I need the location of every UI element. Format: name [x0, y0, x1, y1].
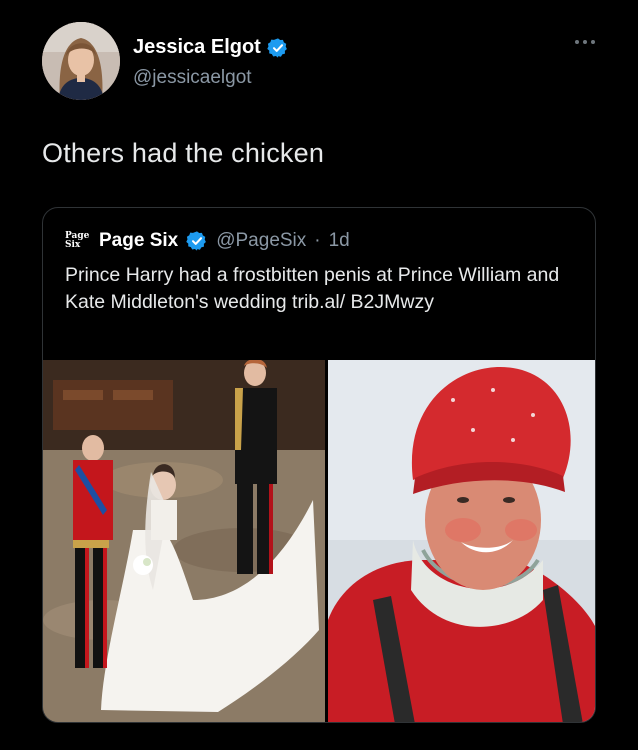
quoted-author-name[interactable]: Page Six — [99, 230, 178, 252]
more-options-icon[interactable] — [570, 32, 600, 52]
tweet-text: Others had the chicken — [42, 138, 325, 168]
quoted-author-avatar-logo: Page Six — [65, 231, 90, 250]
quoted-tweet-header: Page Six Page Six @PageSix · 1d — [65, 230, 350, 252]
quoted-verified-badge-icon — [186, 231, 207, 251]
author-avatar-image — [42, 22, 120, 100]
quoted-separator: · — [314, 230, 321, 251]
quoted-tweet-media[interactable] — [43, 360, 596, 723]
quoted-timestamp[interactable]: 1d — [329, 230, 350, 252]
quoted-tweet-card[interactable]: Page Six Page Six @PageSix · 1d Prince H… — [42, 207, 596, 723]
verified-badge-icon — [267, 37, 287, 58]
tweet[interactable]: Jessica Elgot @jessicaelgot Others had t… — [0, 0, 638, 750]
quoted-tweet-text: Prince Harry had a frostbitten penis at … — [65, 264, 560, 313]
quoted-author-handle[interactable]: @PageSix — [216, 230, 306, 252]
author-avatar[interactable] — [42, 22, 120, 100]
author-handle[interactable]: @jessicaelgot — [133, 67, 252, 89]
wedding-photo[interactable] — [43, 360, 325, 723]
author-name-text: Jessica Elgot — [133, 36, 261, 58]
harry-portrait-photo[interactable] — [328, 360, 596, 723]
quoted-author-avatar[interactable]: Page Six — [65, 230, 91, 252]
author-name[interactable]: Jessica Elgot — [133, 36, 289, 59]
